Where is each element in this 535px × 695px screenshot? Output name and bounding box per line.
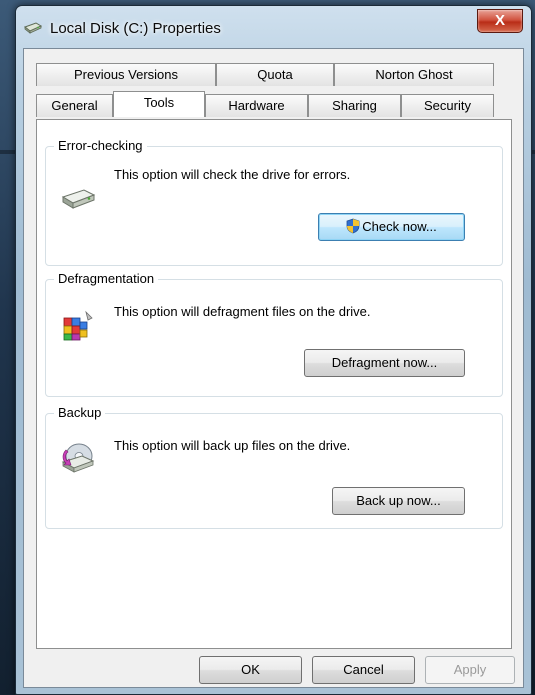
button-label: Back up now...: [356, 493, 441, 508]
tab-label: Hardware: [228, 98, 285, 113]
tab-label: Sharing: [332, 98, 377, 113]
tab-general[interactable]: General: [36, 94, 113, 117]
tab-sharing[interactable]: Sharing: [308, 94, 401, 117]
tab-tools[interactable]: Tools: [113, 91, 205, 117]
button-label: Apply: [453, 662, 487, 677]
drive-icon: [24, 22, 42, 34]
backup-group: Backup This option will back up files on…: [45, 405, 503, 529]
group-label: Error-checking: [54, 138, 147, 153]
tab-label: Tools: [143, 95, 175, 110]
cancel-button[interactable]: Cancel: [312, 656, 415, 684]
group-description: This option will back up files on the dr…: [114, 438, 351, 453]
properties-window: Local Disk (C:) Properties X Previous Ve…: [15, 5, 532, 695]
button-label: Check now...: [362, 219, 437, 234]
defragment-now-button[interactable]: Defragment now...: [304, 349, 465, 377]
tools-tab-panel: Error-checking This option will check th…: [36, 119, 512, 649]
window-title: Local Disk (C:) Properties: [50, 20, 221, 37]
button-label: OK: [241, 662, 260, 677]
tab-previous-versions[interactable]: Previous Versions: [36, 63, 216, 86]
tab-label: General: [51, 98, 98, 113]
button-label: Cancel: [343, 662, 384, 677]
defragment-icon: [63, 310, 93, 341]
tab-norton-ghost[interactable]: Norton Ghost: [334, 63, 494, 86]
uac-shield-icon: [346, 218, 360, 234]
check-now-button[interactable]: Check now...: [318, 213, 465, 241]
tab-security[interactable]: Security: [401, 94, 494, 117]
apply-button[interactable]: Apply: [425, 656, 515, 684]
button-label: Defragment now...: [331, 355, 438, 370]
group-label: Backup: [54, 405, 106, 420]
tab-label: Previous Versions: [73, 67, 179, 82]
group-label: Defragmentation: [54, 271, 159, 286]
tab-hardware[interactable]: Hardware: [205, 94, 308, 117]
backup-icon: [61, 443, 95, 473]
close-icon: X: [494, 12, 505, 29]
group-description: This option will defragment files on the…: [114, 304, 371, 319]
tab-quota[interactable]: Quota: [216, 63, 334, 86]
group-description: This option will check the drive for err…: [114, 167, 351, 182]
ok-button[interactable]: OK: [199, 656, 302, 684]
back-up-now-button[interactable]: Back up now...: [332, 487, 465, 515]
defragmentation-group: Defragmentation This option will defragm…: [45, 271, 503, 397]
drive-icon: [61, 189, 96, 209]
error-checking-group: Error-checking This option will check th…: [45, 138, 503, 266]
dialog-client-area: Previous Versions Quota Norton Ghost Gen…: [23, 48, 524, 688]
tab-label: Security: [424, 98, 471, 113]
tab-label: Norton Ghost: [375, 67, 453, 82]
close-button[interactable]: X: [477, 9, 523, 33]
tab-label: Quota: [257, 67, 293, 82]
title-bar[interactable]: Local Disk (C:) Properties X: [16, 6, 531, 48]
